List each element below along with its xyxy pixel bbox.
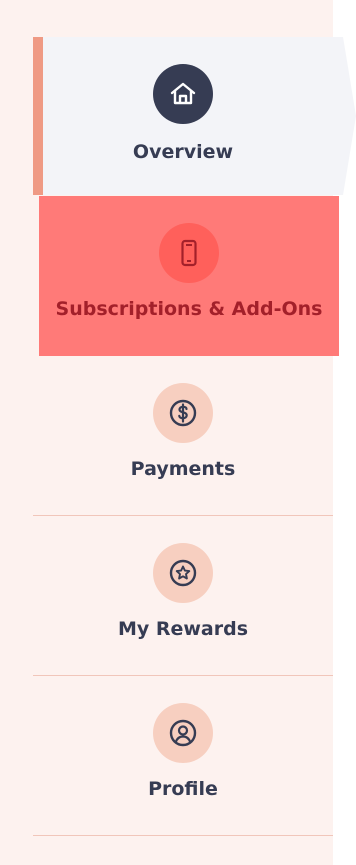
nav-item-payments[interactable]: Payments	[33, 356, 333, 516]
nav-item-label: Subscriptions & Add-Ons	[55, 298, 323, 320]
user-icon-circle	[153, 703, 213, 763]
star-icon-circle	[153, 543, 213, 603]
nav-item-rewards[interactable]: My Rewards	[33, 516, 333, 676]
nav-item-label: Overview	[132, 141, 234, 163]
dollar-icon-circle	[153, 383, 213, 443]
dollar-icon	[169, 399, 197, 427]
overview-content: Overview	[33, 37, 333, 195]
nav-item-label: My Rewards	[117, 618, 249, 640]
phone-icon	[181, 239, 197, 267]
user-icon	[169, 719, 197, 747]
nav-item-subscriptions[interactable]: Subscriptions & Add-Ons	[39, 196, 339, 356]
nav-item-overview[interactable]: Overview	[33, 37, 356, 195]
sidebar-nav: Overview Subscriptions & Add-Ons Payment…	[0, 0, 356, 865]
nav-item-label: Profile	[148, 778, 218, 800]
nav-item-label: Payments	[130, 458, 236, 480]
home-icon-circle	[153, 64, 213, 124]
nav-item-profile[interactable]: Profile	[33, 676, 333, 836]
star-icon	[169, 559, 197, 587]
home-icon	[170, 82, 196, 105]
phone-icon-circle	[159, 223, 219, 283]
